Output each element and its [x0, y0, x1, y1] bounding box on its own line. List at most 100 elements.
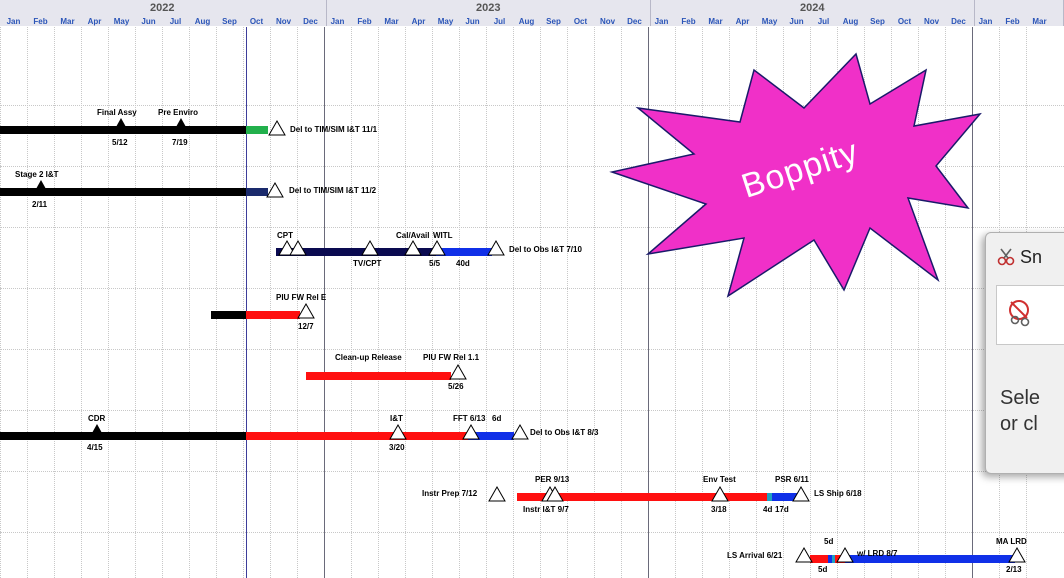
year-label: 2022 [150, 2, 175, 14]
month-gridline [27, 27, 28, 578]
delivery-label: Del to Obs I&T 8/3 [530, 428, 599, 437]
milestone-label: Clean-up Release [335, 353, 402, 362]
month-label: Jun [789, 17, 804, 26]
slack-label: 4d [763, 505, 773, 514]
instruction-text: Sele [1000, 387, 1041, 409]
milestone-date: 5/26 [448, 382, 464, 391]
milestone-open-marker[interactable] [266, 182, 284, 198]
window-title: Sn [1020, 247, 1043, 267]
month-label: Oct [897, 17, 912, 26]
month-gridline [216, 27, 217, 578]
month-gridline [270, 27, 271, 578]
month-label: Sep [546, 17, 561, 26]
month-label: Jul [169, 17, 182, 26]
month-gridline [0, 27, 1, 578]
year-divider [324, 27, 325, 578]
task-bar-black[interactable] [0, 432, 246, 440]
milestone-label: PSR 6/11 [775, 475, 809, 484]
milestone-date: 2/11 [32, 200, 48, 209]
status-date-line [246, 27, 247, 578]
task-bar-red[interactable] [246, 311, 300, 319]
month-label: Jun [141, 17, 156, 26]
milestone-date: 3/18 [711, 505, 727, 514]
milestone-open-marker[interactable] [428, 240, 446, 256]
milestone-open-marker[interactable] [462, 424, 480, 440]
task-bar-black[interactable] [0, 188, 246, 196]
milestone-label: w/ LRD 8/7 [857, 549, 898, 558]
task-bar-red[interactable] [306, 372, 451, 380]
milestone-label: WITL [433, 231, 453, 240]
milestone-marker[interactable] [36, 180, 46, 189]
milestone-open-marker[interactable] [1008, 547, 1026, 563]
month-label: Mar [708, 17, 723, 26]
milestone-date: 3/20 [389, 443, 405, 452]
milestone-open-marker[interactable] [711, 486, 729, 502]
slack-label: 6d [492, 414, 502, 423]
month-label: Mar [1032, 17, 1047, 26]
milestone-open-marker[interactable] [511, 424, 529, 440]
milestone-date: 4/15 [87, 443, 103, 452]
month-label: Apr [411, 17, 426, 26]
month-label: Jan [6, 17, 21, 26]
row-gridline [0, 532, 1064, 533]
milestone-date: 5/12 [112, 138, 128, 147]
scissors-icon [997, 248, 1015, 266]
task-bar-green[interactable] [246, 126, 268, 134]
month-gridline [513, 27, 514, 578]
milestone-label: Instr Prep 7/12 [422, 489, 478, 498]
month-gridline [486, 27, 487, 578]
task-bar-black[interactable] [0, 126, 246, 134]
task-bar-red[interactable] [246, 432, 468, 440]
milestone-label: TV/CPT [353, 259, 382, 268]
delivery-label: Del to Obs I&T 7/10 [509, 245, 582, 254]
year-label: 2024 [800, 2, 825, 14]
month-label: Aug [194, 17, 211, 26]
milestone-label: PER 9/13 [535, 475, 570, 484]
milestone-open-marker[interactable] [361, 240, 379, 256]
milestone-open-marker[interactable] [488, 486, 506, 502]
milestone-open-marker[interactable] [268, 120, 286, 136]
milestone-open-marker[interactable] [795, 547, 813, 563]
month-label: Apr [87, 17, 102, 26]
milestone-marker[interactable] [116, 118, 126, 127]
milestone-label: PIU FW Rel 1.1 [423, 353, 480, 362]
milestone-open-marker[interactable] [389, 424, 407, 440]
milestone-open-marker[interactable] [792, 486, 810, 502]
instruction-text: or cl [1000, 413, 1038, 435]
milestone-open-marker[interactable] [297, 303, 315, 319]
new-snip-button[interactable] [996, 285, 1064, 345]
month-gridline [351, 27, 352, 578]
delivery-label: Del to TIM/SIM I&T 11/1 [290, 125, 378, 134]
row-gridline [0, 471, 1064, 472]
milestone-open-marker[interactable] [487, 240, 505, 256]
milestone-open-marker[interactable] [836, 547, 854, 563]
snipping-tool-window[interactable]: Sn Sele or cl [985, 232, 1064, 474]
slack-label: 5d [818, 565, 828, 574]
month-label: May [113, 17, 130, 26]
month-label: Jan [654, 17, 669, 26]
month-label: Sep [222, 17, 237, 26]
month-label: Jun [465, 17, 480, 26]
milestone-open-marker[interactable] [404, 240, 422, 256]
milestone-marker[interactable] [92, 424, 102, 433]
delivery-label: LS Ship 6/18 [814, 489, 862, 498]
task-bar-navy[interactable] [246, 188, 268, 196]
month-gridline [243, 27, 244, 578]
month-label: May [761, 17, 778, 26]
milestone-label: FFT 6/13 [453, 414, 486, 423]
month-label: Nov [275, 17, 292, 26]
milestone-marker[interactable] [176, 118, 186, 127]
month-label: Jul [817, 17, 830, 26]
milestone-label: LS Arrival 6/21 [727, 551, 783, 560]
month-label: Feb [33, 17, 48, 26]
task-bar-black[interactable] [211, 311, 246, 319]
month-label: Apr [735, 17, 750, 26]
milestone-open-marker[interactable] [546, 486, 564, 502]
month-label: Nov [923, 17, 940, 26]
month-label: Feb [681, 17, 696, 26]
month-gridline [54, 27, 55, 578]
month-label: Dec [303, 17, 318, 26]
milestone-open-marker[interactable] [449, 364, 467, 380]
month-gridline [378, 27, 379, 578]
milestone-open-marker[interactable] [289, 240, 307, 256]
